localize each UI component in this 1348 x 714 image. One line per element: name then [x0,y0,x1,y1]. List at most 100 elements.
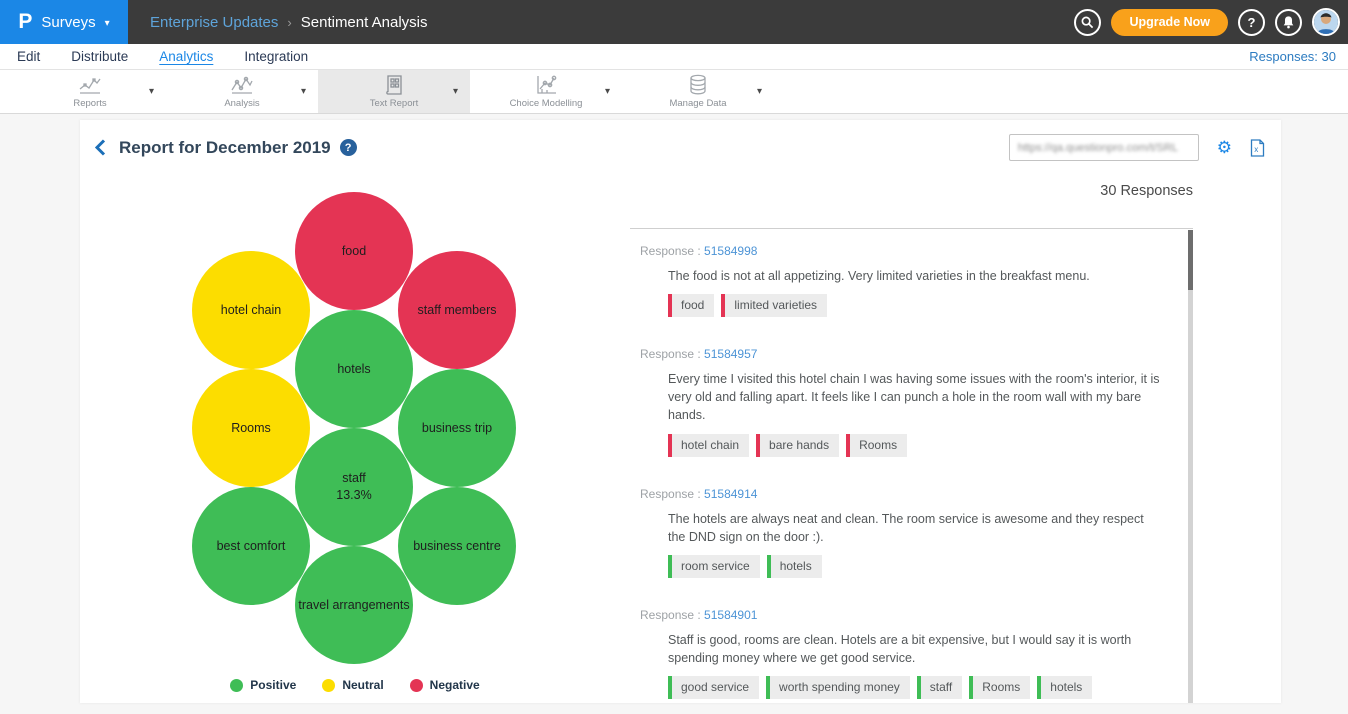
sentiment-bubble-chart: food hotel chain staff members hotels Ro… [190,190,520,664]
response-header: Response : 51584901 [640,608,1163,622]
help-button[interactable]: ? [1238,9,1265,36]
share-url-text: https://qa.questionpro.com/t/SRL [1018,142,1178,154]
response-header: Response : 51584998 [640,244,1163,258]
response-id-link[interactable]: 51584901 [704,608,757,622]
toolbar-item-label: Analysis [224,98,259,109]
positive-dot-icon [230,679,243,692]
search-button[interactable] [1074,9,1101,36]
responses-count-link[interactable]: Responses: 30 [1249,49,1336,64]
sentiment-tag[interactable]: good service [668,676,759,699]
export-excel-button[interactable]: x [1250,139,1265,157]
sentiment-tag[interactable]: worth spending money [766,676,910,699]
header-actions: Upgrade Now ? [1074,0,1348,44]
response-tags: good service worth spending money staff … [668,676,1163,699]
analysis-chart-icon [230,74,254,96]
chevron-left-icon [95,139,106,156]
bubble-best-comfort[interactable]: best comfort [192,487,310,605]
response-id-link[interactable]: 51584998 [704,244,757,258]
text-report-card: Report for December 2019 ? https://qa.qu… [80,120,1281,703]
legend-label: Neutral [342,678,383,692]
response-item: Response : 51584957 Every time I visited… [640,347,1163,456]
chevron-down-icon[interactable]: ▾ [757,86,762,97]
sentiment-tag[interactable]: limited varieties [721,294,827,317]
sentiment-tag[interactable]: staff [917,676,962,699]
bubble-label: food [342,243,366,260]
top-header-bar: P Surveys ▾ Enterprise Updates › Sentime… [0,0,1348,44]
responses-scrollbar[interactable] [1188,230,1193,703]
neutral-dot-icon [322,679,335,692]
bubble-travel-arrangements[interactable]: travel arrangements [295,546,413,664]
legend-item-negative: Negative [410,678,480,692]
menu-item-edit[interactable]: Edit [17,49,40,64]
toolbar-item-text-report[interactable]: Text Report ▾ [318,70,470,113]
menu-item-integration[interactable]: Integration [244,49,308,64]
response-text: The food is not at all appetizing. Very … [668,267,1163,285]
question-mark-icon: ? [1248,15,1256,30]
sentiment-tag[interactable]: hotel chain [668,434,749,457]
reports-chart-icon [78,74,102,96]
bubble-label: business centre [413,538,501,555]
surveys-product-menu[interactable]: P Surveys ▾ [0,0,128,44]
sentiment-tag[interactable]: food [668,294,714,317]
survey-section-menu: Edit Distribute Analytics Integration Re… [0,44,1348,70]
breadcrumb-survey-name[interactable]: Enterprise Updates [150,14,278,31]
response-label: Response : [640,244,701,258]
menu-item-distribute[interactable]: Distribute [71,49,128,64]
scrollbar-thumb[interactable] [1188,230,1193,290]
response-label: Response : [640,608,701,622]
bubble-rooms[interactable]: Rooms [192,369,310,487]
response-tags: food limited varieties [668,294,1163,317]
response-id-link[interactable]: 51584914 [704,487,757,501]
share-url-input[interactable]: https://qa.questionpro.com/t/SRL [1009,134,1199,161]
toolbar-item-label: Reports [73,98,106,109]
response-id-link[interactable]: 51584957 [704,347,757,361]
toolbar-item-analysis[interactable]: Analysis ▾ [166,70,318,113]
response-item: Response : 51584998 The food is not at a… [640,244,1163,317]
legend-item-neutral: Neutral [322,678,383,692]
menu-item-analytics[interactable]: Analytics [159,49,213,64]
svg-text:x: x [1254,145,1258,154]
toolbar-item-reports[interactable]: Reports ▾ [14,70,166,113]
sentiment-tag[interactable]: room service [668,555,760,578]
chevron-down-icon[interactable]: ▾ [605,86,610,97]
bubble-business-trip[interactable]: business trip [398,369,516,487]
response-label: Response : [640,487,701,501]
back-button[interactable] [95,139,111,157]
text-report-icon [384,74,404,96]
bubble-staff-members[interactable]: staff members [398,251,516,369]
database-icon [687,74,709,96]
sentiment-tag[interactable]: hotels [767,555,822,578]
notifications-button[interactable] [1275,9,1302,36]
bubble-label: staff members [418,302,497,319]
bubble-hotels[interactable]: hotels [295,310,413,428]
sentiment-tag[interactable]: bare hands [756,434,839,457]
bubble-label: best comfort [217,538,286,555]
chevron-down-icon[interactable]: ▾ [301,86,306,97]
response-text: Staff is good, rooms are clean. Hotels a… [668,631,1163,667]
responses-list: Response : 51584998 The food is not at a… [630,229,1193,703]
bubble-staff[interactable]: staff 13.3% [295,428,413,546]
bubble-label: Rooms [231,420,271,437]
bubble-food[interactable]: food [295,192,413,310]
report-help-button[interactable]: ? [340,139,357,156]
sentiment-tag[interactable]: Rooms [846,434,907,457]
page-title: Report for December 2019 [119,138,331,158]
settings-gear-icon[interactable]: ⚙ [1217,138,1232,158]
user-avatar[interactable] [1312,8,1340,36]
chevron-down-icon[interactable]: ▾ [453,86,458,97]
toolbar-item-choice-modelling[interactable]: Choice Modelling ▾ [470,70,622,113]
sentiment-tag[interactable]: hotels [1037,676,1092,699]
responses-panel: Response : 51584998 The food is not at a… [630,228,1193,703]
report-title-row: Report for December 2019 ? https://qa.qu… [95,134,1269,161]
toolbar-item-manage-data[interactable]: Manage Data ▾ [622,70,774,113]
questionpro-logo: P [18,10,32,34]
profile-photo-icon [1314,10,1338,34]
bubble-label: business trip [422,420,492,437]
bubble-hotel-chain[interactable]: hotel chain [192,251,310,369]
sentiment-tag[interactable]: Rooms [969,676,1030,699]
choice-modelling-icon [534,74,558,96]
upgrade-now-button[interactable]: Upgrade Now [1111,9,1228,36]
chevron-down-icon[interactable]: ▾ [149,86,154,97]
toolbar-item-label: Choice Modelling [510,98,583,109]
bubble-business-centre[interactable]: business centre [398,487,516,605]
